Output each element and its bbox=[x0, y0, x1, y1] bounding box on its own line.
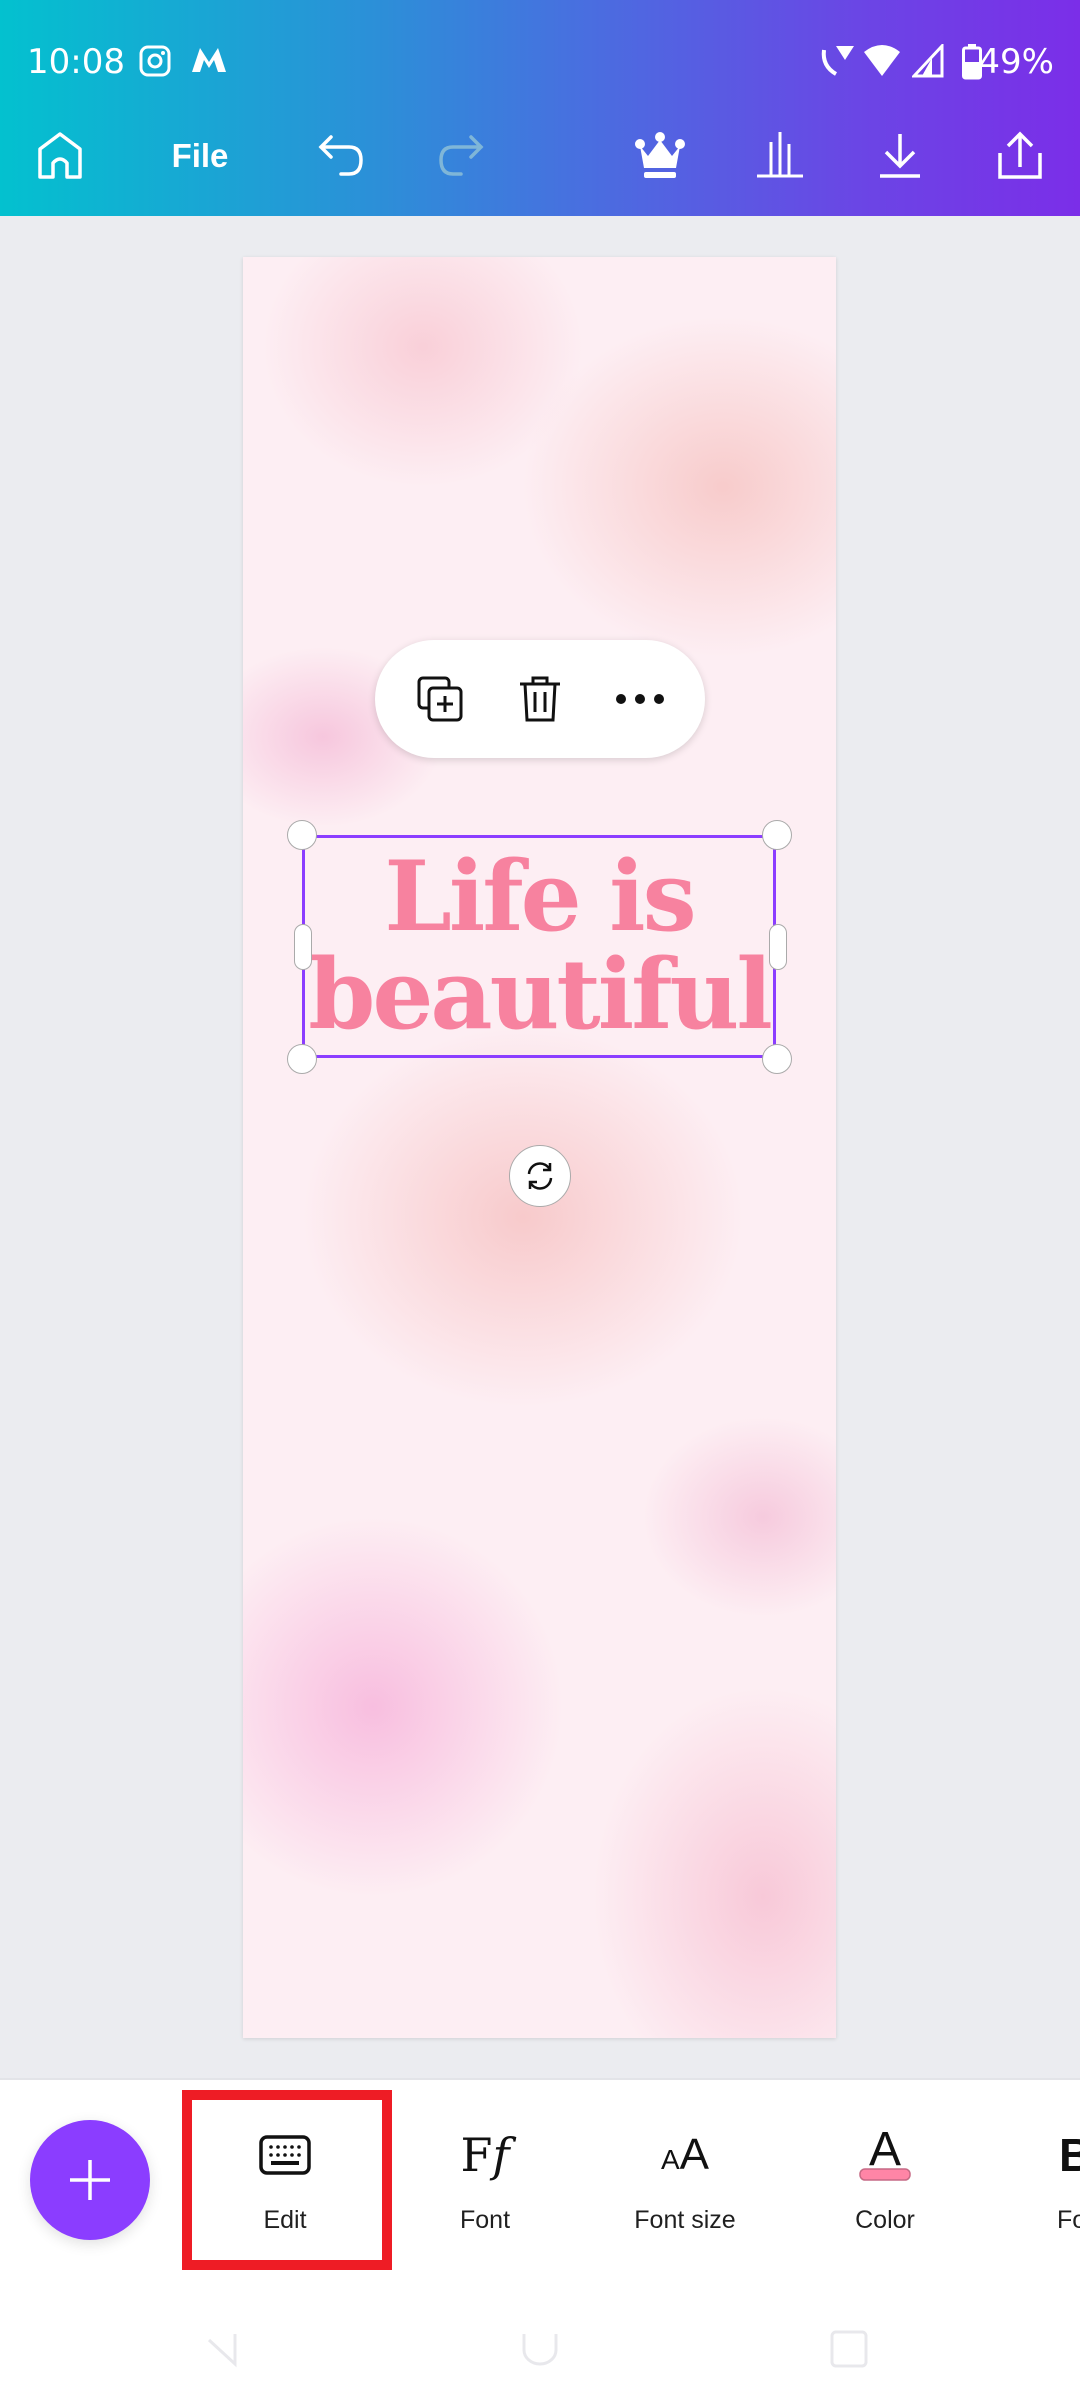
resize-handle-top-left[interactable] bbox=[287, 820, 317, 850]
m-app-icon bbox=[192, 48, 226, 72]
redo-button[interactable] bbox=[430, 128, 490, 184]
rotate-handle[interactable] bbox=[509, 1145, 571, 1207]
home-button[interactable] bbox=[30, 128, 90, 184]
signal-icon bbox=[912, 44, 944, 78]
bold-icon: B bbox=[1059, 2129, 1080, 2181]
tool-label: For bbox=[1057, 2206, 1080, 2234]
resize-handle-right[interactable] bbox=[769, 924, 787, 970]
tool-label: Color bbox=[855, 2206, 915, 2234]
home-icon bbox=[38, 132, 82, 179]
instagram-icon bbox=[139, 45, 171, 77]
battery-percent: 49% bbox=[978, 42, 1054, 82]
font-icon: Ff bbox=[460, 2128, 510, 2182]
crown-icon bbox=[635, 132, 685, 178]
duplicate-button[interactable] bbox=[410, 669, 470, 729]
tool-font[interactable]: Ff Font bbox=[385, 2080, 585, 2270]
resize-handle-top-right[interactable] bbox=[762, 820, 792, 850]
text-line-1: Life is bbox=[384, 840, 696, 953]
trash-icon bbox=[520, 676, 560, 722]
duplicate-icon bbox=[417, 676, 463, 722]
resize-handle-bottom-left[interactable] bbox=[287, 1044, 317, 1074]
redo-icon bbox=[439, 135, 484, 176]
text-content[interactable]: Life is beautiful bbox=[305, 838, 773, 1044]
undo-icon bbox=[318, 135, 363, 176]
status-time: 10:08 bbox=[27, 42, 125, 82]
bottom-toolbar: Edit Ff Font AA Font size A Color B For bbox=[0, 2078, 1080, 2402]
status-bar: 10:08 49% bbox=[0, 38, 1080, 88]
tool-label: Font size bbox=[634, 2206, 736, 2234]
element-context-menu bbox=[375, 640, 705, 758]
text-color-icon: A bbox=[859, 2125, 911, 2181]
nav-back-icon[interactable] bbox=[205, 2330, 245, 2370]
insights-button[interactable] bbox=[750, 128, 810, 184]
plus-icon bbox=[70, 2160, 110, 2200]
file-menu-button[interactable]: File bbox=[160, 128, 240, 184]
delete-button[interactable] bbox=[510, 669, 570, 729]
nav-recents-icon[interactable] bbox=[830, 2330, 870, 2370]
tool-label: Font bbox=[459, 2206, 511, 2234]
more-options-button[interactable] bbox=[610, 669, 670, 729]
top-app-bar: 10:08 49% File bbox=[0, 0, 1080, 216]
tool-font-size[interactable]: AA Font size bbox=[585, 2080, 785, 2270]
share-button[interactable] bbox=[990, 128, 1050, 184]
nav-home-icon[interactable] bbox=[520, 2330, 560, 2370]
font-size-icon: AA bbox=[660, 2130, 710, 2179]
rotate-icon bbox=[527, 1162, 553, 1190]
wifi-call-icon bbox=[821, 46, 854, 76]
selected-text-element[interactable]: Life is beautiful bbox=[302, 835, 776, 1058]
premium-button[interactable] bbox=[630, 128, 690, 184]
chart-icon bbox=[757, 132, 803, 178]
wifi-icon bbox=[864, 45, 900, 76]
resize-handle-bottom-right[interactable] bbox=[762, 1044, 792, 1074]
more-icon bbox=[616, 694, 664, 704]
tool-color[interactable]: A Color bbox=[785, 2080, 985, 2270]
download-icon bbox=[880, 134, 920, 178]
add-element-button[interactable] bbox=[30, 2120, 150, 2240]
tool-format[interactable]: B For bbox=[985, 2080, 1080, 2270]
share-icon bbox=[998, 131, 1042, 179]
resize-handle-left[interactable] bbox=[294, 924, 312, 970]
edit-highlight-box bbox=[182, 2090, 392, 2270]
undo-button[interactable] bbox=[312, 128, 372, 184]
text-line-2: beautiful bbox=[308, 938, 773, 1051]
download-button[interactable] bbox=[870, 128, 930, 184]
